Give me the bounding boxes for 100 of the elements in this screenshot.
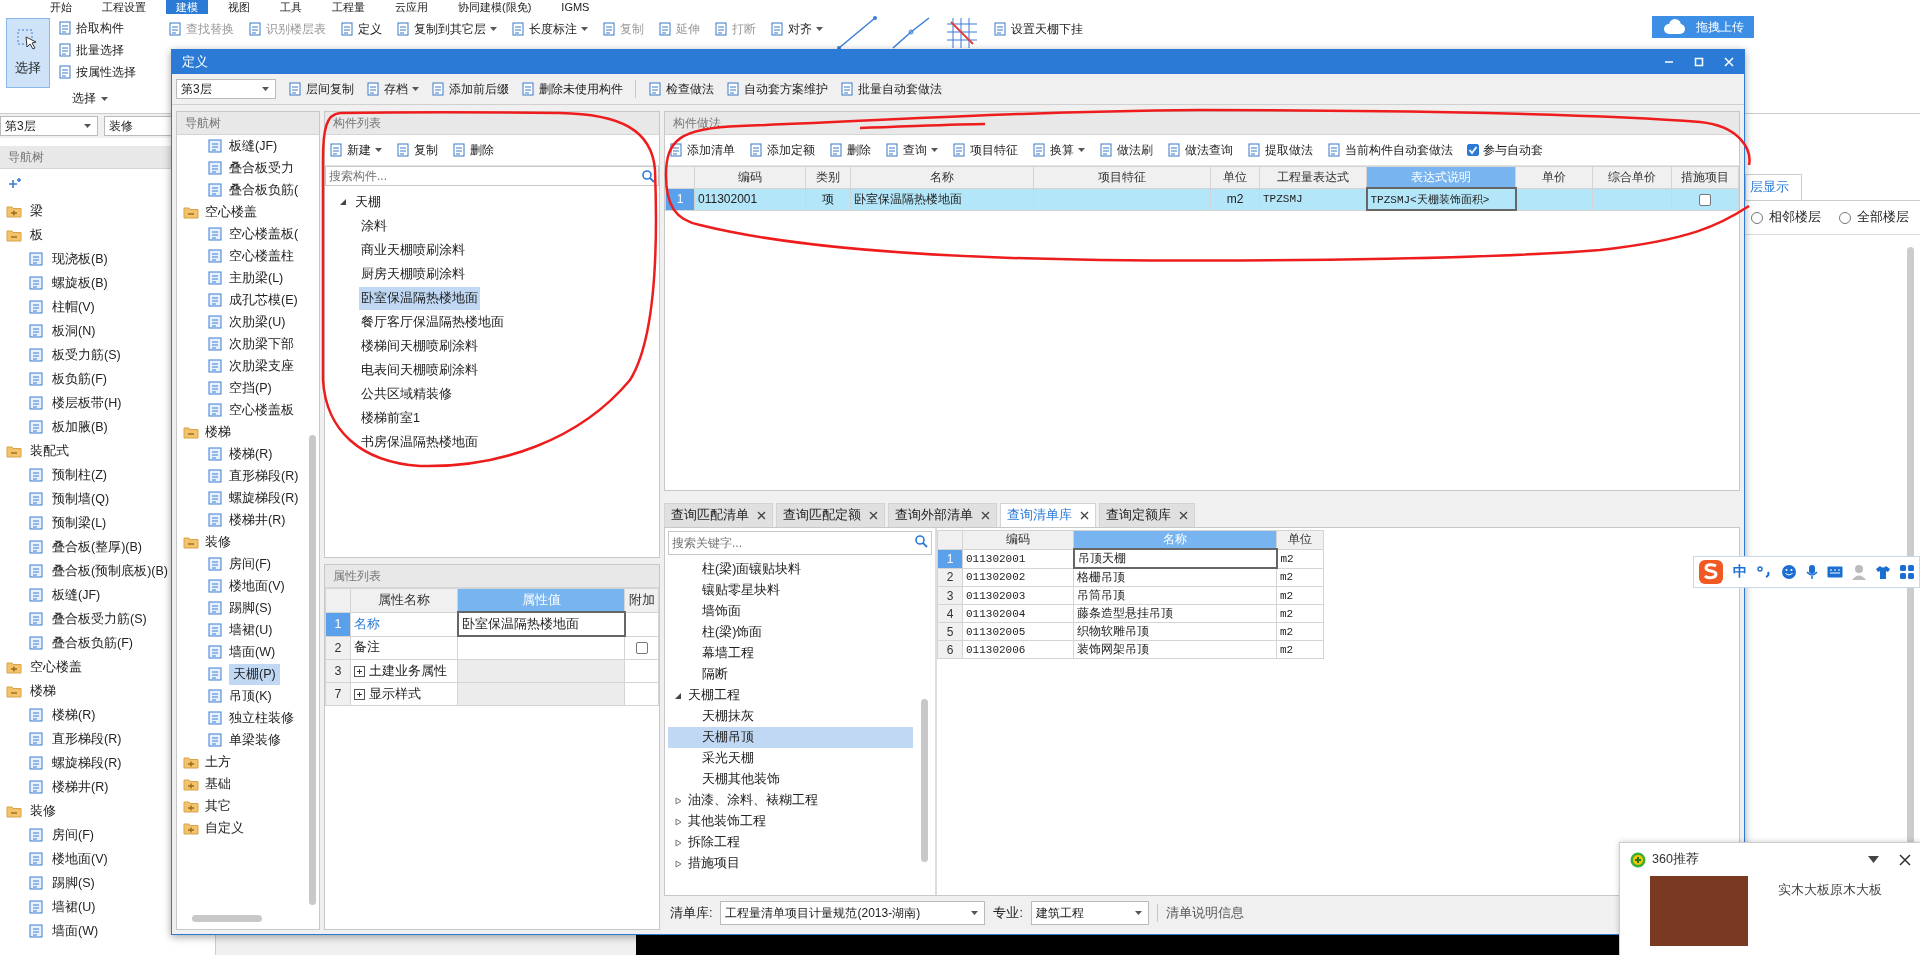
tab[interactable]: 查询匹配定额: [776, 503, 885, 527]
toolbar-button[interactable]: 设置天棚下挂: [993, 18, 1083, 40]
tab[interactable]: 查询定额库: [1099, 503, 1195, 527]
toolbar-button[interactable]: 项目特征: [952, 139, 1018, 161]
floor-dropdown[interactable]: 第3层: [176, 79, 276, 99]
column-header[interactable]: 单价: [1515, 166, 1593, 188]
tree-item[interactable]: 空挡(P): [177, 377, 309, 399]
tree-item[interactable]: 叠合板(预制底板)(B): [0, 559, 171, 583]
toolbar-button[interactable]: 自动套方案维护: [726, 78, 828, 100]
input-mode[interactable]: 中: [1733, 563, 1747, 581]
column-header[interactable]: 工程量表达式: [1259, 166, 1367, 188]
search-field[interactable]: 搜索构件...: [325, 166, 659, 186]
tree-item[interactable]: 吊顶(K): [177, 685, 309, 707]
ribbon-tab[interactable]: 云应用: [385, 0, 438, 14]
tree-item[interactable]: 踢脚(S): [177, 597, 309, 619]
column-header[interactable]: 类别: [805, 166, 851, 188]
toolbar-button[interactable]: 复制到其它层: [396, 18, 497, 40]
toolbar-button[interactable]: 存档: [366, 78, 419, 100]
tree-item[interactable]: 书房保温隔热楼地面: [359, 430, 480, 454]
tree-item[interactable]: 拆除工程: [668, 832, 921, 853]
tree-item[interactable]: 装配式: [0, 439, 73, 463]
toolbar-button[interactable]: 做法查询: [1167, 139, 1233, 161]
checkbox[interactable]: [635, 642, 648, 655]
scrollbar-thumb[interactable]: [309, 435, 316, 905]
column-header[interactable]: 编码: [694, 166, 806, 188]
tree-item[interactable]: 幕墙工程: [668, 643, 913, 664]
toolbar-button[interactable]: 新建: [329, 139, 382, 161]
checkbox[interactable]: [1699, 193, 1711, 206]
tree-item[interactable]: 镶贴零星块料: [668, 580, 913, 601]
tree-item[interactable]: 墙裙(U): [177, 619, 309, 641]
tree-item[interactable]: 基础: [177, 773, 309, 795]
ribbon-tab[interactable]: 工程设置: [92, 0, 156, 14]
specialty-dropdown[interactable]: 建筑工程: [1030, 901, 1149, 925]
tree-item[interactable]: 次肋梁(U): [177, 311, 309, 333]
library-dropdown[interactable]: 工程量清单项目计量规范(2013-湖南): [720, 901, 986, 925]
tree-item[interactable]: 柱帽(V): [0, 295, 99, 319]
tree-item[interactable]: 其它: [177, 795, 309, 817]
tree-item[interactable]: 成孔芯模(E): [177, 289, 309, 311]
tree-item[interactable]: 其他装饰工程: [668, 811, 921, 832]
column-header[interactable]: 措施项目: [1671, 166, 1739, 188]
tree-item[interactable]: 单梁装修: [177, 729, 309, 751]
tree-item[interactable]: 直形梯段(R): [177, 465, 309, 487]
ribbon-tab[interactable]: 视图: [218, 0, 260, 14]
tree-item[interactable]: 楼地面(V): [177, 575, 309, 597]
tab[interactable]: 查询外部清单: [888, 503, 997, 527]
column-header[interactable]: 名称: [850, 166, 1034, 188]
scrollbar-thumb[interactable]: [192, 915, 262, 922]
tree-item[interactable]: 柱(梁)饰面: [668, 622, 913, 643]
toolbar-button[interactable]: 定义: [340, 18, 382, 40]
toolbar-button[interactable]: 删除: [452, 139, 494, 161]
tree-item[interactable]: 梁: [0, 199, 47, 223]
ribbon-tab[interactable]: 协同建模(限免): [448, 0, 542, 14]
tree-item[interactable]: 卧室保温隔热楼地面: [359, 286, 480, 310]
layer-tab[interactable]: 层显示: [1745, 174, 1802, 200]
tree-item[interactable]: 踢脚(S): [0, 871, 99, 895]
info-button[interactable]: 清单说明信息: [1165, 904, 1244, 922]
tree-item[interactable]: 空心楼盖板: [177, 399, 309, 421]
scrollbar-thumb[interactable]: [921, 699, 928, 862]
toolbar-button[interactable]: 长度标注: [511, 18, 588, 40]
tree-item[interactable]: 装修: [0, 799, 60, 823]
tree-item[interactable]: 叠合板负筋(F): [0, 631, 137, 655]
toolbar-button[interactable]: 检查做法: [648, 78, 714, 100]
tree-item[interactable]: 直形梯段(R): [0, 727, 126, 751]
tree-item[interactable]: 天棚(P): [177, 663, 309, 685]
toolbar-button[interactable]: 添加定额: [749, 139, 815, 161]
column-header[interactable]: 单位: [1276, 530, 1324, 549]
toolbar-button[interactable]: 添加前后缀: [431, 78, 509, 100]
toolbar-button[interactable]: 删除: [829, 139, 871, 161]
tab[interactable]: 查询清单库: [1000, 503, 1096, 527]
tree-item[interactable]: 楼层板带(H): [0, 391, 126, 415]
tree-item[interactable]: 次肋梁下部: [177, 333, 309, 355]
toolbar-button[interactable]: 当前构件自动套做法: [1327, 139, 1453, 161]
tree-item[interactable]: 板受力筋(S): [0, 343, 125, 367]
tree-item[interactable]: 楼梯: [0, 679, 60, 703]
tree-item[interactable]: 空心楼盖板(: [177, 223, 309, 245]
toolbar-button[interactable]: 层间复制: [288, 78, 354, 100]
tree-item[interactable]: 墙裙(U): [0, 895, 100, 919]
tree-item[interactable]: 措施项目: [668, 853, 921, 874]
column-header[interactable]: 附加: [624, 588, 659, 612]
tree-item[interactable]: 房间(F): [177, 553, 309, 575]
toolbar-button[interactable]: 复制: [396, 139, 438, 161]
floor-dropdown[interactable]: 第3层: [0, 116, 98, 136]
tree-item[interactable]: 土方: [177, 751, 309, 773]
popup-caption[interactable]: 实木大板原木大板: [1778, 882, 1882, 946]
tree-item[interactable]: 厨房天棚喷刷涂料: [359, 262, 467, 286]
ribbon-button[interactable]: 拾取构件: [58, 18, 136, 38]
tree-item[interactable]: 螺旋梯段(R): [177, 487, 309, 509]
column-header[interactable]: 单位: [1210, 166, 1260, 188]
tree-item[interactable]: 装修: [177, 531, 309, 553]
tree-item[interactable]: 螺旋梯段(R): [0, 751, 126, 775]
tree-item[interactable]: 楼梯(R): [0, 703, 100, 727]
tab[interactable]: 查询匹配清单: [664, 503, 773, 527]
ribbon-tab[interactable]: 建模: [166, 0, 208, 14]
tree-item[interactable]: 天棚工程: [668, 685, 921, 706]
tree-item[interactable]: 空心楼盖柱: [177, 245, 309, 267]
tree-item[interactable]: 板负筋(F): [0, 367, 111, 391]
tree-item[interactable]: 采光天棚: [668, 748, 913, 769]
tree-item[interactable]: 现浇板(B): [0, 247, 112, 271]
tree-item[interactable]: 天棚抹灰: [668, 706, 913, 727]
tree-item[interactable]: 叠合板负筋(: [177, 179, 309, 201]
